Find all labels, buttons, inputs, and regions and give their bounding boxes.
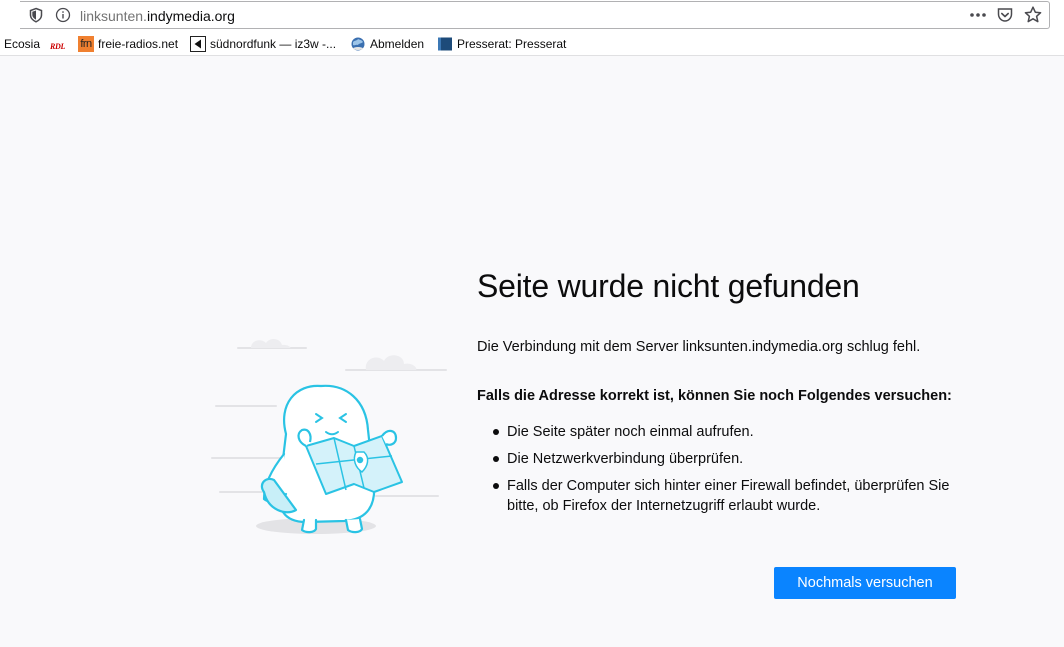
error-description: Die Verbindung mit dem Server linksunten…: [477, 339, 921, 355]
presserat-favicon-icon: [438, 37, 452, 51]
bookmark-label: Abmelden: [370, 37, 425, 51]
bookmark-star-icon[interactable]: [1023, 5, 1043, 25]
try-heading: Falls die Adresse korrekt ist, können Si…: [477, 388, 952, 404]
frn-favicon-icon: frn: [78, 36, 94, 52]
suggestion-item: Die Netzwerkverbindung überprüfen.: [477, 449, 977, 469]
pocket-icon[interactable]: [996, 6, 1014, 24]
globe-favicon-icon: [351, 37, 365, 51]
suggestion-item: Die Seite später noch einmal aufrufen.: [477, 422, 977, 442]
suggestion-item: Falls der Computer sich hinter einer Fir…: [477, 476, 977, 516]
url-text[interactable]: linksunten.indymedia.org: [80, 7, 235, 25]
bookmarks-toolbar: Ecosia RDL frn freie-radios.net südnordf…: [0, 32, 1064, 56]
toolbar: linksunten.indymedia.org: [0, 0, 1064, 32]
info-icon[interactable]: [55, 7, 71, 23]
error-title: Seite wurde nicht gefunden: [477, 268, 860, 304]
url-bar[interactable]: linksunten.indymedia.org: [20, 1, 1050, 29]
bookmark-label: Ecosia: [4, 37, 41, 51]
bookmark-ecosia[interactable]: Ecosia: [4, 36, 40, 52]
bookmark-rdl[interactable]: RDL: [50, 36, 70, 52]
more-icon[interactable]: [968, 6, 988, 24]
bookmark-label: südnordfunk — iz3w -...: [210, 37, 337, 51]
play-favicon-icon: [190, 36, 206, 52]
bookmark-label: Presserat: Presserat: [457, 37, 567, 51]
suggestion-list: Die Seite später noch einmal aufrufen. D…: [477, 422, 977, 523]
tracking-shield-icon[interactable]: [28, 7, 44, 23]
rdl-favicon-icon: RDL: [50, 42, 66, 51]
retry-button[interactable]: Nochmals versuchen: [774, 567, 956, 599]
url-host: indymedia.org: [146, 8, 235, 24]
bookmark-label: freie-radios.net: [98, 37, 179, 51]
url-prefix: linksunten.: [80, 8, 147, 24]
lost-map-illustration: [211, 339, 447, 534]
